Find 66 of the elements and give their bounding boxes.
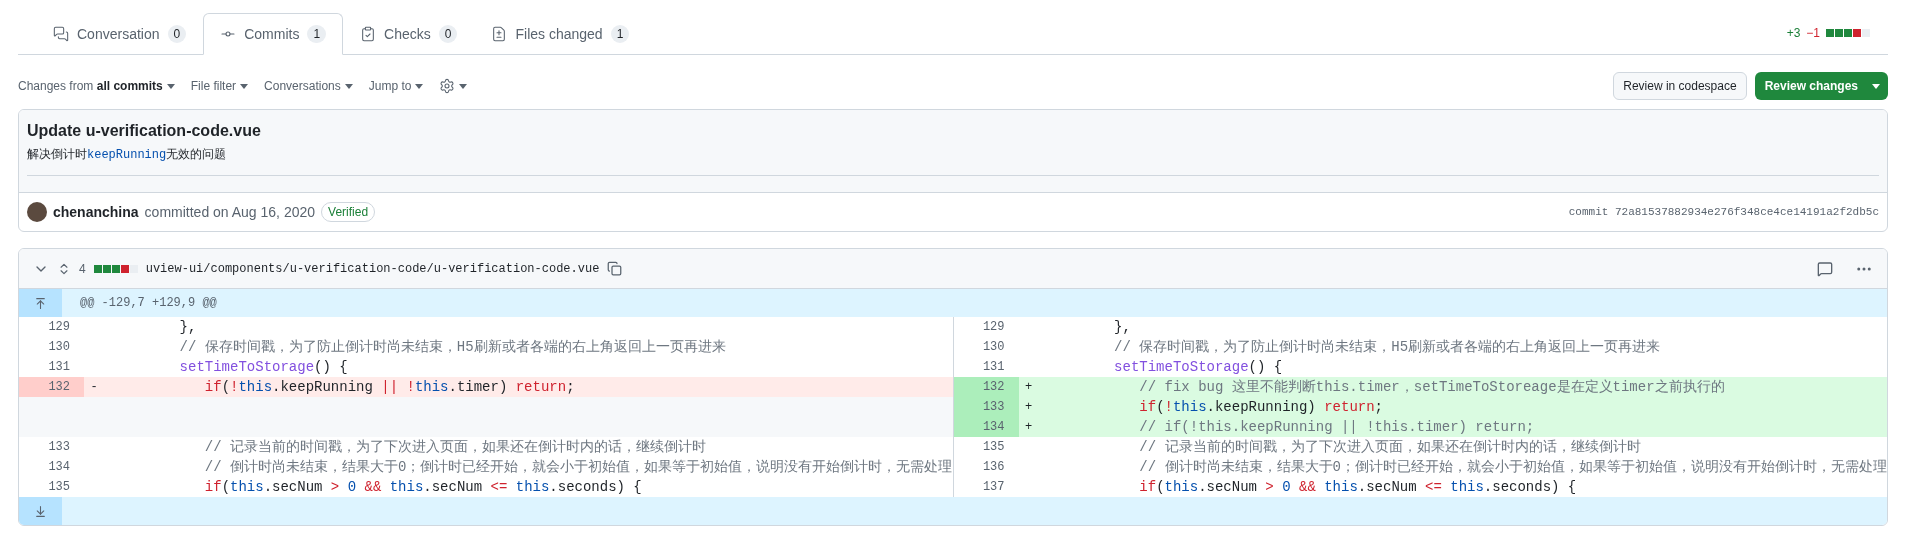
commit-sha: commit 72a81537882934e276f348ce4ce14191a2f2db5c: [1568, 204, 1879, 220]
file-path[interactable]: uview-ui/components/u-verification-code/u-verification-code.vue: [145, 259, 600, 278]
code-text: // 记录当前的时间戳，为了下次进入页面，如果还在倒计时内的话，继续倒计时: [1138, 437, 1641, 457]
caret-icon: [240, 83, 249, 89]
line-number[interactable]: 132: [953, 377, 1019, 397]
count-badge: 0: [167, 25, 187, 43]
tab[interactable]: Files changed 1: [474, 13, 647, 55]
code-text: },: [1113, 317, 1131, 337]
code-text: // 倒计时尚未结束，结果大于0；倒计时已经开始，就会小于初始值，如果等于初始值，说明没有开始倒计时，无需处理: [203, 457, 953, 477]
change-count: 4: [79, 260, 86, 278]
tab-icon: [360, 26, 377, 42]
expand-up-button[interactable]: [19, 289, 62, 317]
filter-menu[interactable]: Changes from all commits: [18, 77, 175, 95]
caret-icon: [459, 83, 468, 89]
diff-sign: +: [1024, 399, 1033, 416]
code-text: // 保存时间戳，为了防止倒计时尚未结束，H5刷新或者各端的右上角返回上一页再进来: [1113, 337, 1661, 357]
author-link[interactable]: chenanchina: [53, 201, 139, 223]
expand-down-icon[interactable]: [34, 504, 47, 518]
caret-icon: [166, 83, 175, 89]
tab-icon: [491, 26, 508, 42]
line-number[interactable]: 134: [953, 417, 1019, 437]
code-text: },: [178, 317, 197, 337]
code-text: if(this.secNum > 0 && this.secNum <= this.seconds) {: [203, 477, 642, 497]
count-badge: 1: [610, 25, 630, 43]
comment-icon[interactable]: [1817, 260, 1833, 277]
commit-title: Update u-verification-code.vue: [27, 121, 262, 141]
filter-menu[interactable]: Jump to: [368, 77, 424, 95]
filter-menu[interactable]: Conversations: [264, 77, 353, 95]
code-text: // 倒计时尚未结束，结果大于0；倒计时已经开始，就会小于初始值，如果等于初始值，说明没有开始倒计时，无需处理: [1138, 457, 1887, 477]
diff-sign: -: [90, 379, 98, 396]
hunk-header: @@ -129,7 +129,9 @@: [80, 295, 217, 312]
code-text: // 保存时间戳，为了防止倒计时尚未结束，H5刷新或者各端的右上角返回上一页再进来: [178, 337, 726, 357]
avatar[interactable]: [27, 202, 47, 222]
code-text: setTimeToStorage() {: [1113, 357, 1283, 377]
caret-icon: [1872, 83, 1880, 89]
code-text: setTimeToStorage() {: [178, 357, 348, 377]
expand-up-icon[interactable]: [34, 296, 47, 310]
tab[interactable]: Checks 0: [343, 13, 475, 55]
caret-icon: [415, 83, 424, 89]
copy-icon[interactable]: [607, 261, 623, 276]
tab-icon: [53, 26, 69, 42]
tab[interactable]: Conversation 0: [36, 13, 204, 55]
settings-button[interactable]: [439, 78, 468, 94]
code-text: if(!this.keepRunning || !this.timer) return;: [203, 377, 575, 397]
count-badge: 1: [307, 25, 327, 43]
diff-sign: +: [1024, 379, 1033, 396]
deletions-count: −1: [1806, 25, 1820, 42]
code-text: // fix bug 这里不能判断this.timer，setTimeToStoreage是在定义timer之前执行的: [1138, 377, 1725, 397]
code-text: if(!this.keepRunning) return;: [1138, 397, 1383, 417]
expand-down-button[interactable]: [19, 497, 62, 525]
commit-date: committed on Aug 16, 2020: [144, 202, 316, 222]
additions-count: +3: [1786, 25, 1801, 42]
review-changes-button[interactable]: Review changes: [1754, 72, 1888, 100]
codespace-button[interactable]: Review in codespace: [1613, 72, 1747, 100]
code-text: // if(!this.keepRunning || !this.timer) return;: [1138, 417, 1535, 437]
line-number[interactable]: 132: [19, 377, 84, 397]
caret-icon: [344, 83, 353, 89]
diff-sign: +: [1024, 419, 1033, 436]
code-text: // 记录当前的时间戳，为了下次进入页面，如果还在倒计时内的话，继续倒计时: [203, 437, 707, 457]
count-badge: 0: [438, 25, 458, 43]
commit-message: 解决倒计时keepRunning无效的问题: [27, 144, 1879, 176]
code-text: if(this.secNum > 0 && this.secNum <= this.seconds) {: [1138, 477, 1577, 497]
settings-icon: [439, 78, 456, 94]
line-number[interactable]: 133: [953, 397, 1019, 417]
tab[interactable]: Commits 1: [203, 13, 344, 55]
filter-menu[interactable]: File filter: [190, 77, 249, 95]
